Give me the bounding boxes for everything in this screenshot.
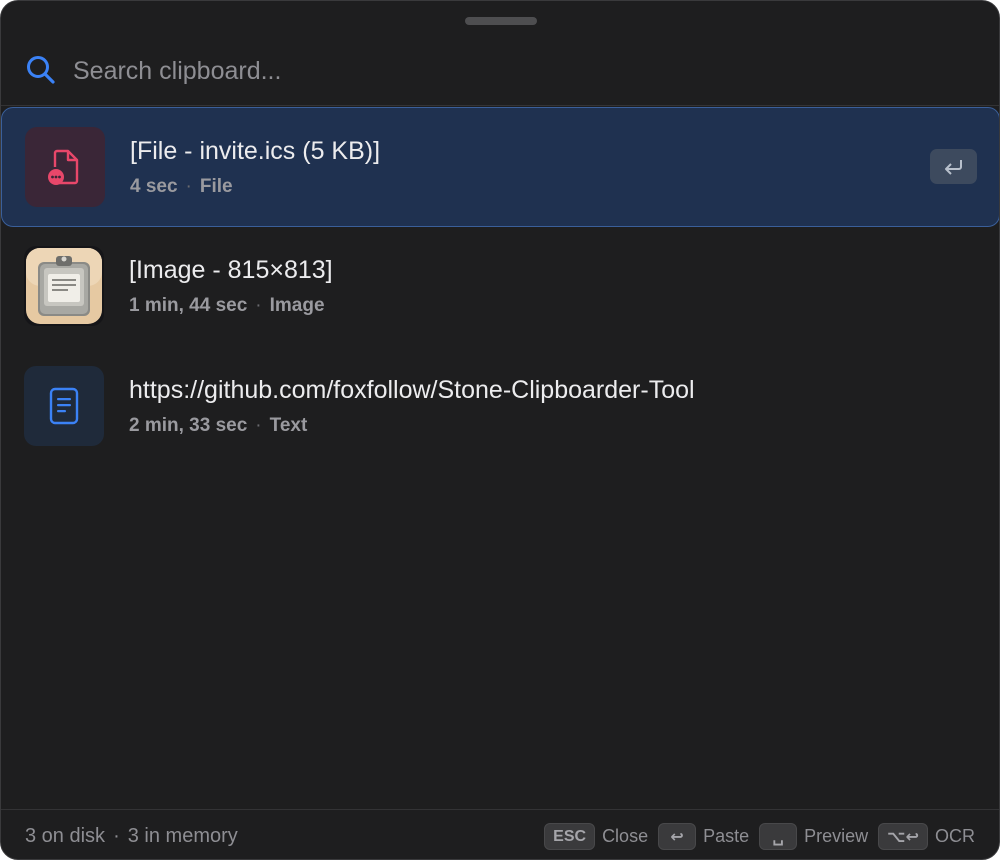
shortcut-preview[interactable]: ␣ Preview — [759, 823, 868, 850]
meta-separator: · — [255, 415, 262, 436]
item-title: [Image - 815×813] — [129, 256, 333, 284]
key-option-return: ⌥↩ — [878, 823, 928, 850]
drag-handle[interactable] — [465, 17, 537, 25]
clipboard-item-text[interactable]: https://github.com/foxfollow/Stone-Clipb… — [1, 347, 999, 467]
item-age: 2 min, 33 sec — [129, 415, 248, 436]
shortcut-paste[interactable]: ↩ Paste — [658, 823, 749, 850]
item-thumbnail — [24, 366, 104, 446]
clipboard-window: [File - invite.ics (5 KB)] 4 sec · File — [0, 0, 1000, 860]
clipboard-item-file[interactable]: [File - invite.ics (5 KB)] 4 sec · File — [1, 107, 999, 227]
item-meta: 1 min, 44 sec · Image — [129, 295, 325, 317]
item-kind: Image — [269, 295, 325, 316]
meta-separator: · — [255, 295, 262, 316]
item-kind: File — [199, 176, 233, 197]
shortcut-close[interactable]: ESC Close — [544, 823, 648, 850]
file-icon — [48, 149, 79, 185]
document-text-icon — [49, 387, 79, 425]
item-thumbnail — [25, 127, 105, 207]
search-divider — [1, 105, 999, 106]
key-esc: ESC — [544, 823, 596, 850]
key-return: ↩ — [658, 823, 697, 850]
paste-enter-button[interactable] — [930, 149, 977, 184]
shortcut-hints: ESC Close ↩ Paste ␣ Preview ⌥↩ OCR — [534, 823, 975, 850]
search-input[interactable] — [73, 51, 953, 91]
item-meta: 2 min, 33 sec · Text — [129, 415, 307, 437]
item-title: [File - invite.ics (5 KB)] — [130, 137, 381, 165]
item-age: 4 sec — [130, 176, 178, 197]
item-age: 1 min, 44 sec — [129, 295, 248, 316]
search-icon — [27, 56, 55, 84]
shortcut-label: Close — [602, 826, 649, 846]
item-kind: Text — [269, 415, 308, 436]
storage-separator: · — [113, 825, 120, 847]
return-icon — [944, 159, 962, 175]
item-thumbnail — [24, 246, 104, 326]
item-meta: 4 sec · File — [130, 176, 233, 198]
memory-count: 3 in memory — [127, 825, 238, 847]
key-space: ␣ — [759, 823, 798, 850]
clipboard-item-image[interactable]: [Image - 815×813] 1 min, 44 sec · Image — [1, 227, 999, 347]
shortcut-label: Preview — [804, 826, 869, 846]
shortcut-label: Paste — [703, 826, 750, 846]
shortcut-label: OCR — [935, 826, 975, 846]
disk-count: 3 on disk — [25, 825, 106, 847]
clipboard-app-icon — [26, 248, 102, 324]
item-title: https://github.com/foxfollow/Stone-Clipb… — [129, 376, 695, 404]
meta-separator: · — [185, 176, 192, 197]
status-bar: 3 on disk · 3 in memory ESC Close ↩ Paste … — [1, 809, 999, 859]
shortcut-ocr[interactable]: ⌥↩ OCR — [878, 823, 975, 850]
storage-info: 3 on disk · 3 in memory — [25, 825, 238, 848]
search-bar — [1, 37, 999, 105]
